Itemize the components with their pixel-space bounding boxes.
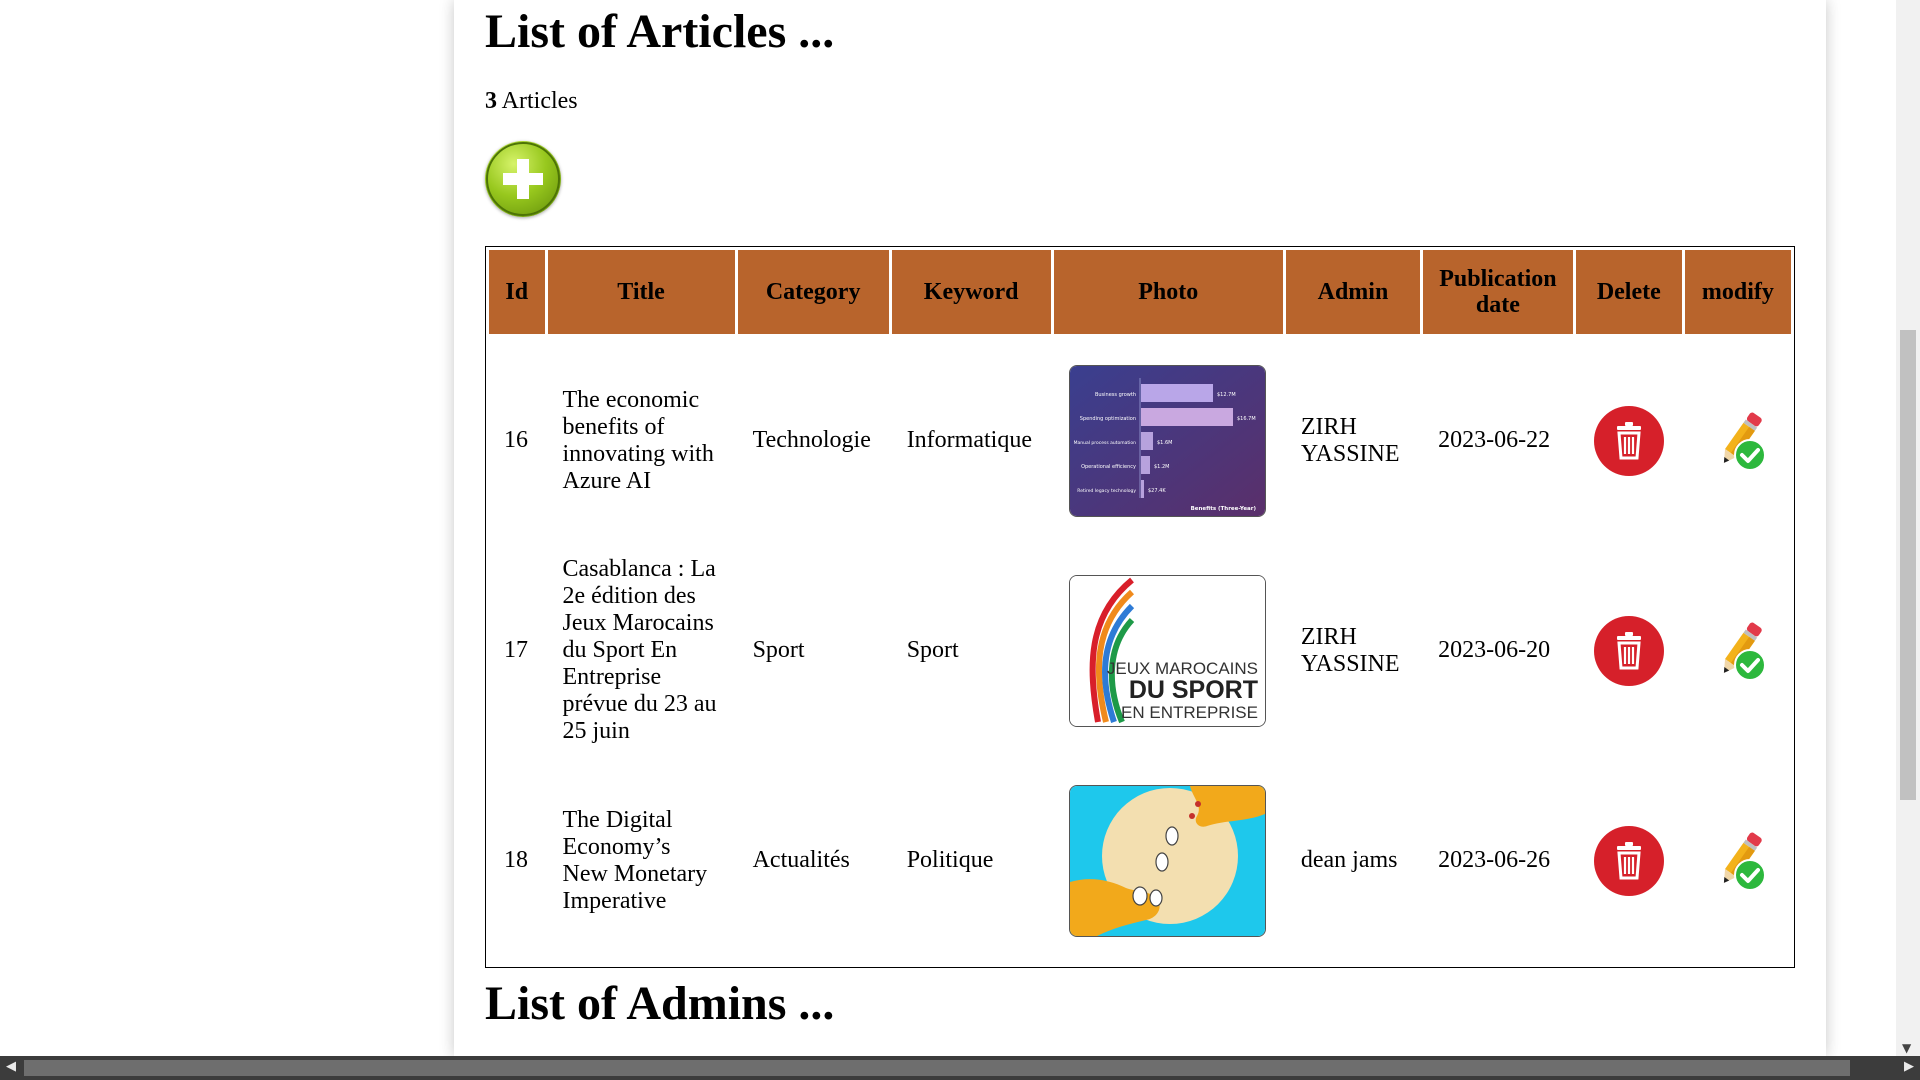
cell-date: 2023-06-26 xyxy=(1438,847,1551,873)
azure-label-3: Manual process automation xyxy=(1073,440,1136,446)
articles-table: Id Title Category Keyword Photo Admin Pu… xyxy=(485,246,1795,968)
horizontal-scrollbar[interactable]: ◀ ▶ xyxy=(0,1056,1920,1080)
delete-button[interactable] xyxy=(1593,615,1664,686)
cell-admin: ZIRH YASSINE xyxy=(1300,623,1400,677)
cell-delete xyxy=(1576,547,1682,754)
scroll-left-arrow-icon[interactable]: ◀ xyxy=(6,1060,16,1073)
col-header-category: Category xyxy=(737,250,889,334)
trash-icon xyxy=(1616,631,1641,669)
delete-button[interactable] xyxy=(1593,825,1664,896)
col-header-keyword: Keyword xyxy=(891,250,1051,334)
article-count-number: 3 xyxy=(485,88,497,114)
cell-delete xyxy=(1576,757,1682,964)
jeux-line-2: DU SPORT xyxy=(1128,676,1257,704)
admins-heading: List of Admins ... xyxy=(485,977,835,1030)
cell-keyword: Politique xyxy=(906,847,994,873)
table-row: 18 The Digital Economy’s New Monetary Im… xyxy=(489,757,1791,964)
horizontal-scroll-thumb[interactable] xyxy=(24,1060,1850,1076)
delete-button[interactable] xyxy=(1593,405,1664,476)
scroll-right-arrow-icon[interactable]: ▶ xyxy=(1904,1060,1914,1073)
cell-modify xyxy=(1685,757,1791,964)
azure-caption: Benefits (Three-Year) xyxy=(1190,506,1256,512)
pencil-check-icon xyxy=(1723,622,1766,681)
azure-value-1: $12.7M xyxy=(1217,392,1236,398)
modify-button[interactable] xyxy=(1703,403,1773,479)
cell-category: Sport xyxy=(752,637,805,663)
table-row: 16 The economic benefits of innovating w… xyxy=(489,337,1791,544)
cell-admin: ZIRH YASSINE xyxy=(1300,413,1400,467)
table-row: 17 Casablanca : La 2e édition des Jeux M… xyxy=(489,547,1791,754)
azure-label-5: Retired legacy technology xyxy=(1077,488,1136,494)
cell-photo xyxy=(1054,757,1283,964)
cell-category: Technologie xyxy=(752,427,871,453)
article-count: 3 Articles xyxy=(485,88,578,115)
vertical-scrollbar[interactable]: ▼ xyxy=(1896,0,1920,1056)
col-header-modify: modify xyxy=(1684,250,1791,334)
cell-id: 17 xyxy=(504,637,528,663)
cell-category: Actualités xyxy=(752,847,850,873)
articles-heading: List of Articles ... xyxy=(485,5,835,58)
cell-modify xyxy=(1685,547,1791,754)
cell-delete xyxy=(1576,337,1682,544)
table-header-row: Id Title Category Keyword Photo Admin Pu… xyxy=(489,250,1791,334)
plus-circle-icon xyxy=(486,142,560,216)
cell-title: The economic benefits of innovating with… xyxy=(562,386,714,494)
trash-icon xyxy=(1616,421,1641,459)
add-article-button[interactable] xyxy=(485,141,561,217)
col-header-delete: Delete xyxy=(1575,250,1682,334)
azure-value-4: $1.2M xyxy=(1154,464,1169,470)
article-photo-hands xyxy=(1068,784,1266,937)
col-header-photo: Photo xyxy=(1053,250,1283,334)
cell-admin: dean jams xyxy=(1300,847,1398,873)
azure-label-4: Operational efficiency xyxy=(1081,464,1136,470)
pencil-check-icon xyxy=(1723,832,1766,891)
cell-date: 2023-06-22 xyxy=(1438,427,1551,453)
pencil-check-icon xyxy=(1723,412,1766,471)
vertical-scroll-thumb[interactable] xyxy=(1900,330,1916,800)
cell-keyword: Informatique xyxy=(906,427,1032,453)
cell-photo: JEUX MAROCAINS DU SPORT EN ENTREPRISE xyxy=(1054,547,1283,754)
cell-title: Casablanca : La 2e édition des Jeux Maro… xyxy=(562,556,717,744)
article-count-label: Articles xyxy=(497,88,578,114)
cell-id: 16 xyxy=(504,427,528,453)
cell-modify xyxy=(1685,337,1791,544)
col-header-admin: Admin xyxy=(1285,250,1421,334)
azure-value-5: $27.4K xyxy=(1148,488,1166,494)
col-header-date: Publication date xyxy=(1423,250,1573,334)
cell-keyword: Sport xyxy=(906,637,959,663)
jeux-line-3: EN ENTREPRISE xyxy=(1121,703,1258,722)
article-photo-azure: Business growth Spending optimization Ma… xyxy=(1068,364,1266,517)
cell-title: The Digital Economy’s New Monetary Imper… xyxy=(562,806,708,914)
azure-label-1: Business growth xyxy=(1095,392,1136,398)
cell-id: 18 xyxy=(504,847,528,873)
modify-button[interactable] xyxy=(1703,613,1773,689)
azure-value-3: $1.6M xyxy=(1157,440,1172,446)
article-photo-jeux: JEUX MAROCAINS DU SPORT EN ENTREPRISE xyxy=(1068,574,1266,727)
col-header-id: Id xyxy=(489,250,545,334)
modify-button[interactable] xyxy=(1703,823,1773,899)
scroll-down-arrow-icon[interactable]: ▼ xyxy=(1902,1042,1911,1054)
cell-date: 2023-06-20 xyxy=(1438,637,1551,663)
main-page: List of Articles ... 3 Articles Id Title… xyxy=(454,0,1826,1056)
azure-value-2: $16.7M xyxy=(1237,416,1256,422)
cell-photo: Business growth Spending optimization Ma… xyxy=(1054,337,1283,544)
trash-icon xyxy=(1616,841,1641,879)
azure-label-2: Spending optimization xyxy=(1079,416,1135,422)
col-header-title: Title xyxy=(547,250,735,334)
